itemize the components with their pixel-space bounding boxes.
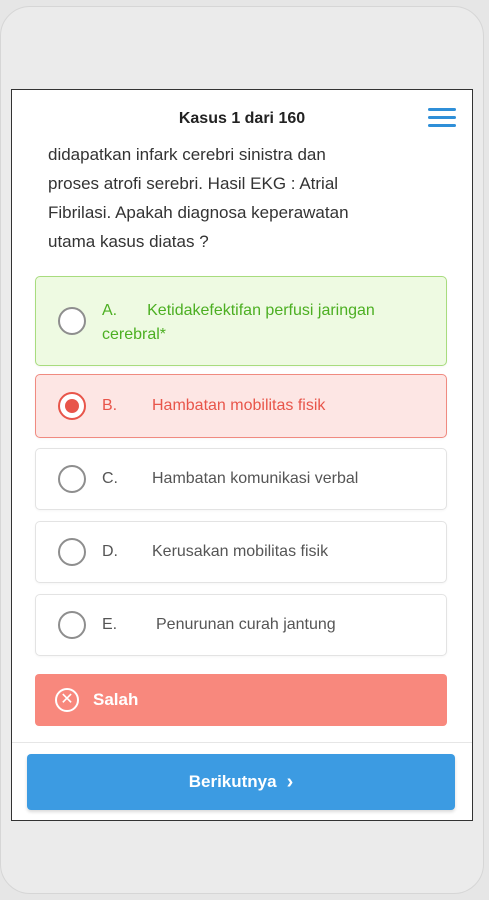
page-title: Kasus 1 dari 160 (178, 110, 306, 127)
option-e[interactable]: E. Penurunan curah jantung (35, 594, 447, 656)
x-circle-icon: ✕ (55, 688, 79, 712)
option-text: Ketidakefektifan perfusi jaringan (147, 302, 375, 319)
option-label: A. Ketidakefektifan perfusi jaringan cere… (102, 299, 432, 347)
result-banner: ✕ Salah (35, 674, 447, 726)
radio-button[interactable] (58, 465, 86, 493)
app-screen: Kasus 1 dari 160 didapatkan infark cereb… (11, 89, 473, 821)
option-letter: C. (102, 470, 118, 487)
option-d[interactable]: D. Kerusakan mobilitas fisik (35, 521, 447, 583)
option-text: Hambatan komunikasi verbal (152, 470, 359, 487)
option-text: Hambatan mobilitas fisik (152, 397, 326, 414)
question-line: Fibrilasi. Apakah diagnosa keperawatan (48, 203, 349, 222)
radio-selected-dot (65, 399, 79, 413)
option-letter: D. (102, 543, 118, 560)
result-label: Salah (93, 690, 139, 709)
device-frame: Kasus 1 dari 160 didapatkan infark cereb… (0, 6, 484, 894)
top-bar: Kasus 1 dari 160 (12, 90, 472, 146)
hamburger-menu-icon[interactable] (428, 108, 456, 128)
divider (12, 742, 472, 743)
option-a[interactable]: A. Ketidakefektifan perfusi jaringan cere… (35, 276, 447, 366)
radio-button[interactable] (58, 538, 86, 566)
option-c[interactable]: C. Hambatan komunikasi verbal (35, 448, 447, 510)
next-button[interactable]: Berikutnya › (27, 754, 455, 810)
question-line: utama kasus diatas ? (48, 232, 209, 251)
option-b[interactable]: B. Hambatan mobilitas fisik (35, 374, 447, 438)
option-letter: A. (102, 302, 118, 319)
option-letter: E. (102, 616, 118, 633)
radio-button[interactable] (58, 611, 86, 639)
question-line: proses atrofi serebri. Hasil EKG : Atria… (48, 174, 339, 193)
option-text: Kerusakan mobilitas fisik (152, 543, 329, 560)
radio-button[interactable] (58, 307, 86, 335)
next-button-label: Berikutnya (188, 772, 277, 791)
radio-button-selected[interactable] (58, 392, 86, 420)
option-text: Penurunan curah jantung (156, 616, 336, 633)
question-text: didapatkan infark cerebri sinistra dan p… (48, 140, 448, 256)
option-text-continued: cerebral* (102, 326, 167, 343)
chevron-right-icon: › (286, 770, 294, 793)
option-letter: B. (102, 397, 118, 414)
